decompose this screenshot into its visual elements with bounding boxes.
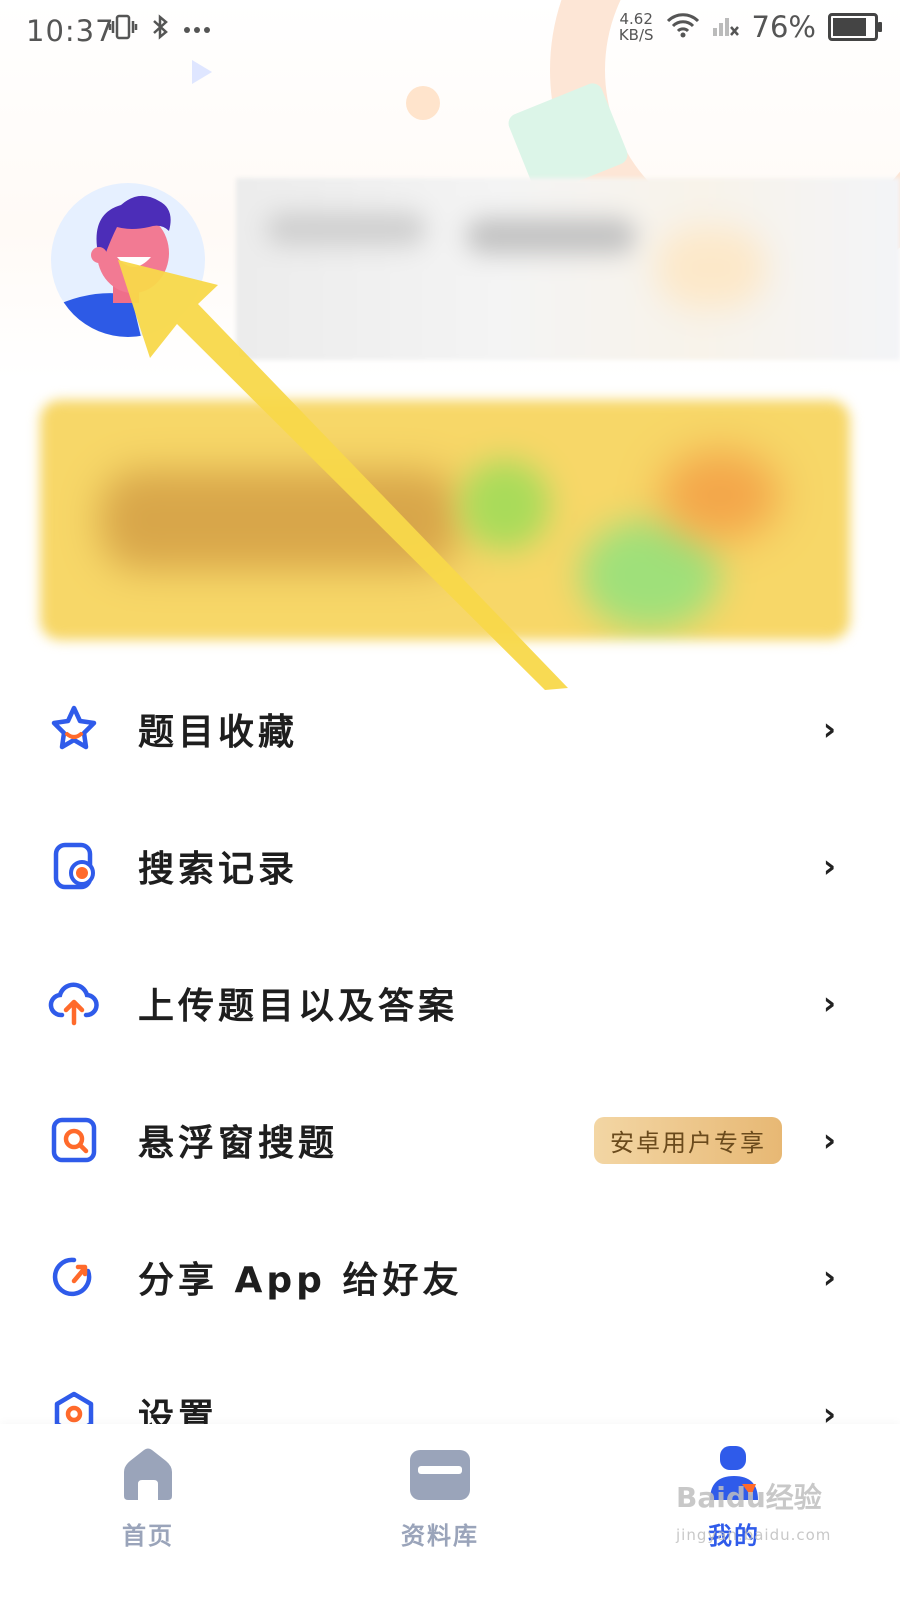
watermark-url: jingyan.baidu.com (676, 1526, 832, 1544)
menu-item-label: 搜索记录 (138, 849, 299, 890)
menu-item-search-history[interactable]: 搜索记录 › (0, 816, 900, 916)
decorative-search-icon (406, 86, 440, 120)
chevron-right-icon: › (822, 1258, 836, 1296)
cellular-no-signal-icon (712, 12, 740, 42)
wifi-icon (666, 12, 700, 42)
network-speed-value: 4.62 (619, 10, 653, 28)
menu-item-upload[interactable]: 上传题目以及答案 › (0, 953, 900, 1053)
home-icon (118, 1448, 178, 1508)
chevron-right-icon: › (822, 984, 836, 1022)
chevron-right-icon: › (822, 847, 836, 885)
battery-icon (828, 13, 882, 41)
menu-item-label: 上传题目以及答案 (138, 986, 459, 1027)
share-icon (48, 1251, 100, 1303)
vibrate-icon (108, 14, 138, 44)
floating-search-icon (48, 1114, 100, 1166)
menu-item-floating-search[interactable]: 悬浮窗搜题 安卓用户专享 › (0, 1090, 900, 1190)
folder-icon (408, 1450, 472, 1508)
chevron-right-icon: › (822, 1121, 836, 1159)
tab-label: 首页 (122, 1522, 174, 1550)
tab-library[interactable]: 资料库 (370, 1444, 510, 1551)
history-icon (48, 840, 100, 892)
network-speed-unit: KB/S (618, 26, 654, 44)
tab-label: 资料库 (401, 1522, 479, 1550)
battery-percent: 76% (751, 10, 816, 44)
bluetooth-icon (150, 14, 170, 44)
status-time: 10:37 (26, 14, 115, 48)
menu-item-favorites[interactable]: 题目收藏 › (0, 679, 900, 779)
android-exclusive-badge: 安卓用户专享 (594, 1116, 782, 1164)
promo-banner-blurred[interactable] (40, 400, 850, 640)
menu-item-share-app[interactable]: 分享 App 给好友 › (0, 1227, 900, 1327)
upload-cloud-icon (48, 977, 100, 1029)
menu-item-label: 题目收藏 (138, 712, 299, 753)
chevron-right-icon: › (822, 710, 836, 748)
profile-info-blurred[interactable] (236, 178, 900, 360)
more-notifications-icon (182, 20, 212, 39)
status-bar: 10:37 4.62 KB/S 76% (0, 0, 900, 64)
menu-item-label: 悬浮窗搜题 (138, 1123, 339, 1164)
network-speed: 4.62 KB/S (619, 11, 654, 43)
user-avatar[interactable] (51, 183, 205, 337)
star-icon (48, 703, 100, 755)
tab-home[interactable]: 首页 (78, 1444, 218, 1551)
menu-item-label: 分享 App 给好友 (138, 1260, 463, 1301)
baidu-jingyan-watermark: Baidu经验 (676, 1481, 822, 1514)
avatar-illustration (51, 195, 171, 337)
